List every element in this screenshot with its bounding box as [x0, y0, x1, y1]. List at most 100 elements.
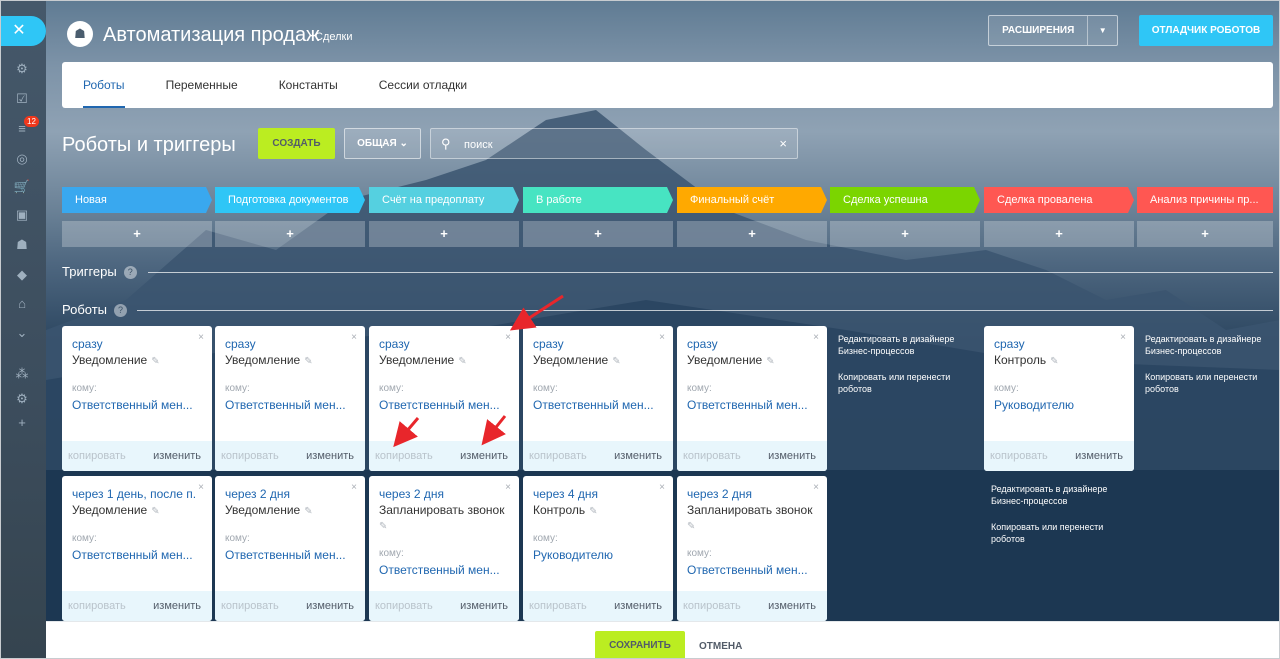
close-icon[interactable]: × [351, 482, 357, 493]
contacts-icon[interactable]: ▣ [12, 206, 32, 224]
robot-card[interactable]: через 2 дня × Запланировать звонок ✎ кому: От… [677, 476, 827, 621]
recipient-value[interactable]: Ответственный мен... [225, 398, 346, 412]
close-icon[interactable]: × [659, 332, 665, 343]
close-icon[interactable]: × [505, 482, 511, 493]
chevron-down-icon[interactable]: ▼ [1087, 16, 1117, 45]
pencil-icon[interactable]: ✎ [612, 356, 620, 367]
help-icon[interactable]: ? [123, 266, 137, 279]
add-robot-button[interactable]: + [369, 221, 519, 247]
box-icon[interactable]: ◆ [12, 266, 32, 284]
pencil-icon[interactable]: ✎ [379, 521, 387, 532]
close-icon[interactable]: × [813, 332, 819, 343]
recipient-value[interactable]: Ответственный мен... [225, 548, 346, 562]
tasks-icon[interactable]: ☑ [12, 90, 32, 108]
copy-button[interactable]: копировать [221, 450, 279, 462]
edit-button[interactable]: изменить [614, 450, 662, 462]
cart-icon[interactable]: 🛒 [12, 178, 32, 196]
add-robot-button[interactable]: + [1137, 221, 1273, 247]
copy-button[interactable]: копировать [529, 450, 587, 462]
robot-delay[interactable]: через 1 день, после п... [72, 487, 197, 501]
activity-icon[interactable]: ⚙ [12, 60, 32, 78]
stage-0[interactable]: Новая [62, 187, 212, 213]
copy-move-robots-link[interactable]: Копировать или перенести роботов [838, 371, 963, 395]
edit-button[interactable]: изменить [614, 600, 662, 612]
robots-debugger-button[interactable]: ОТЛАДЧИК РОБОТОВ [1139, 15, 1273, 46]
pencil-icon[interactable]: ✎ [151, 356, 159, 367]
pencil-icon[interactable]: ✎ [304, 356, 312, 367]
pencil-icon[interactable]: ✎ [304, 506, 312, 517]
robot-delay[interactable]: через 2 дня [379, 487, 504, 501]
edit-button[interactable]: изменить [306, 450, 354, 462]
robot-card[interactable]: сразу × Уведомление ✎ кому: Ответственный мен… [677, 326, 827, 471]
recipient-value[interactable]: Ответственный мен... [533, 398, 654, 412]
robot-delay[interactable]: через 2 дня [687, 487, 812, 501]
add-robot-button[interactable]: + [62, 221, 212, 247]
recipient-value[interactable]: Ответственный мен... [72, 398, 193, 412]
tab-debug-sessions[interactable]: Сессии отладки [379, 62, 467, 108]
close-icon[interactable]: × [198, 332, 204, 343]
close-icon[interactable]: × [198, 482, 204, 493]
robot-card[interactable]: сразу × Уведомление ✎ кому: Ответственный мен… [523, 326, 673, 471]
robot-delay[interactable]: сразу [687, 337, 812, 351]
edit-button[interactable]: изменить [153, 450, 201, 462]
close-icon[interactable]: × [351, 332, 357, 343]
robot-delay[interactable]: сразу [379, 337, 504, 351]
robot-card[interactable]: через 2 дня × Запланировать звонок ✎ кому: От… [369, 476, 519, 621]
copy-button[interactable]: копировать [375, 600, 433, 612]
target-icon[interactable]: ◎ [12, 150, 32, 168]
copy-button[interactable]: копировать [529, 600, 587, 612]
robot-delay[interactable]: через 2 дня [225, 487, 350, 501]
stage-2[interactable]: Счёт на предоплату [369, 187, 519, 213]
stage-5[interactable]: Сделка успешна [830, 187, 980, 213]
close-icon[interactable]: × [505, 332, 511, 343]
pencil-icon[interactable]: ✎ [458, 356, 466, 367]
add-robot-button[interactable]: + [523, 221, 673, 247]
robot-delay[interactable]: сразу [225, 337, 350, 351]
pencil-icon[interactable]: ✎ [1050, 356, 1058, 367]
edit-button[interactable]: изменить [460, 450, 508, 462]
robot-card[interactable]: через 2 дня × Уведомление ✎ кому: Ответственн… [215, 476, 365, 621]
copy-move-robots-link[interactable]: Копировать или перенести роботов [1145, 371, 1270, 395]
stage-7[interactable]: Анализ причины пр... [1137, 187, 1273, 213]
robot-icon[interactable]: ☗ [12, 236, 32, 254]
tab-constants[interactable]: Константы [279, 62, 338, 108]
robot-delay[interactable]: через 4 дня [533, 487, 658, 501]
search-input[interactable]: ⚲ поиск × [430, 128, 798, 159]
robot-card[interactable]: через 1 день, после п... × Уведомление ✎ ком… [62, 476, 212, 621]
add-robot-button[interactable]: + [677, 221, 827, 247]
recipient-value[interactable]: Руководителю [533, 548, 613, 562]
stage-3[interactable]: В работе [523, 187, 673, 213]
copy-button[interactable]: копировать [990, 450, 1048, 462]
copy-move-robots-link[interactable]: Копировать или перенести роботов [991, 521, 1116, 545]
close-icon[interactable]: × [813, 482, 819, 493]
robot-card[interactable]: сразу × Уведомление ✎ кому: Ответственный мен… [215, 326, 365, 471]
add-robot-button[interactable]: + [984, 221, 1134, 247]
robot-card[interactable]: сразу × Контроль ✎ кому: Руководителю копирова… [984, 326, 1134, 471]
recipient-value[interactable]: Ответственный мен... [687, 563, 808, 577]
edit-button[interactable]: изменить [768, 450, 816, 462]
recipient-value[interactable]: Ответственный мен... [72, 548, 193, 562]
recipient-value[interactable]: Ответственный мен... [687, 398, 808, 412]
copy-button[interactable]: копировать [68, 600, 126, 612]
copy-button[interactable]: копировать [683, 600, 741, 612]
tab-robots[interactable]: Роботы [83, 62, 125, 108]
close-icon[interactable]: ✕ [0, 16, 46, 46]
sitemap-icon[interactable]: ⁂ [12, 365, 32, 383]
robot-delay[interactable]: сразу [533, 337, 658, 351]
settings-icon[interactable]: ⚙ [12, 390, 32, 408]
chevron-down-icon[interactable]: ⌄ [12, 324, 32, 342]
save-button[interactable]: СОХРАНИТЬ [595, 631, 685, 659]
tab-variables[interactable]: Переменные [166, 62, 238, 108]
pencil-icon[interactable]: ✎ [766, 356, 774, 367]
recipient-value[interactable]: Руководителю [994, 398, 1074, 412]
stage-4[interactable]: Финальный счёт [677, 187, 827, 213]
copy-button[interactable]: копировать [683, 450, 741, 462]
stage-1[interactable]: Подготовка документов [215, 187, 365, 213]
robot-card[interactable]: сразу × Уведомление ✎ кому: Ответственный мен… [62, 326, 212, 471]
copy-button[interactable]: копировать [68, 450, 126, 462]
copy-button[interactable]: копировать [221, 600, 279, 612]
edit-button[interactable]: изменить [460, 600, 508, 612]
edit-button[interactable]: изменить [306, 600, 354, 612]
stage-6[interactable]: Сделка провалена [984, 187, 1134, 213]
robot-card[interactable]: сразу × Уведомление ✎ кому: Ответственный мен… [369, 326, 519, 471]
